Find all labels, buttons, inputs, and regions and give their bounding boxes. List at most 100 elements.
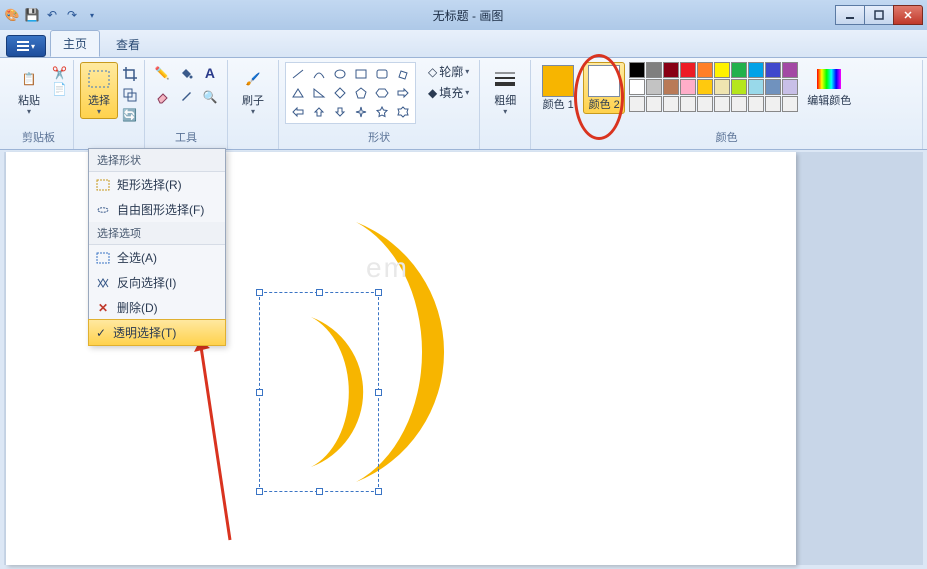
rect-icon[interactable] <box>351 65 371 83</box>
color-swatch[interactable] <box>646 96 662 112</box>
color-swatch[interactable] <box>765 62 781 78</box>
color-swatch[interactable] <box>714 79 730 95</box>
color-swatch[interactable] <box>782 96 798 112</box>
color-swatch[interactable] <box>765 79 781 95</box>
chevron-down-icon: ▾ <box>503 107 507 116</box>
color-swatch[interactable] <box>748 79 764 95</box>
color-swatch[interactable] <box>714 62 730 78</box>
color-swatch[interactable] <box>663 62 679 78</box>
color-swatch[interactable] <box>697 79 713 95</box>
handle-sw[interactable] <box>256 488 263 495</box>
color-swatch[interactable] <box>663 96 679 112</box>
star5-icon[interactable] <box>372 103 392 121</box>
color-swatch[interactable] <box>663 79 679 95</box>
save-icon[interactable]: 💾 <box>24 7 40 23</box>
undo-icon[interactable]: ↶ <box>44 7 60 23</box>
color-swatch[interactable] <box>680 79 696 95</box>
arrow-left-icon[interactable] <box>288 103 308 121</box>
selection-rectangle[interactable] <box>259 292 379 492</box>
color-swatch[interactable] <box>680 96 696 112</box>
arrow-down-icon[interactable] <box>330 103 350 121</box>
crop-icon[interactable] <box>122 66 138 85</box>
handle-e[interactable] <box>375 389 382 396</box>
polygon-icon[interactable] <box>393 65 413 83</box>
color-swatch[interactable] <box>680 62 696 78</box>
close-button[interactable] <box>893 5 923 25</box>
brushes-button[interactable]: 🖌️ 刷子 ▾ <box>234 62 272 119</box>
menu-select-all[interactable]: 全选(A) <box>89 245 225 270</box>
color-palette[interactable] <box>629 62 798 112</box>
color-swatch[interactable] <box>748 62 764 78</box>
file-menu-button[interactable]: ▾ <box>6 35 46 57</box>
handle-ne[interactable] <box>375 289 382 296</box>
tab-view[interactable]: 查看 <box>104 32 152 57</box>
color-swatch[interactable] <box>629 96 645 112</box>
color-swatch[interactable] <box>714 96 730 112</box>
line-icon[interactable] <box>288 65 308 83</box>
menu-transparent-select[interactable]: ✓ 透明选择(T) <box>88 319 226 346</box>
rotate-icon[interactable]: 🔄 <box>122 108 138 122</box>
curve-icon[interactable] <box>309 65 329 83</box>
cut-icon[interactable]: ✂️ <box>52 66 67 80</box>
rtriangle-icon[interactable] <box>309 84 329 102</box>
menu-rect-select[interactable]: 矩形选择(R) <box>89 172 225 197</box>
pentagon-icon[interactable] <box>351 84 371 102</box>
ribbon: 📋 粘贴 ▾ ✂️ 📄 剪贴板 选择 ▾ 🔄 <box>0 58 927 150</box>
handle-n[interactable] <box>316 289 323 296</box>
color-swatch[interactable] <box>646 79 662 95</box>
size-button[interactable]: 粗细 ▾ <box>486 62 524 119</box>
tab-home[interactable]: 主页 <box>50 30 100 57</box>
color1-button[interactable]: 颜色 1 <box>537 62 579 114</box>
arrow-up-icon[interactable] <box>309 103 329 121</box>
color2-button[interactable]: 颜色 2 <box>583 62 625 114</box>
handle-s[interactable] <box>316 488 323 495</box>
menu-invert-select[interactable]: 反向选择(I) <box>89 270 225 295</box>
color-swatch[interactable] <box>629 62 645 78</box>
qat-more-icon[interactable]: ▾ <box>84 7 100 23</box>
edit-colors-button[interactable]: 编辑颜色 <box>802 62 856 110</box>
redo-icon[interactable]: ↷ <box>64 7 80 23</box>
star6-icon[interactable] <box>393 103 413 121</box>
color-swatch[interactable] <box>629 79 645 95</box>
paste-button[interactable]: 📋 粘贴 ▾ <box>10 62 48 119</box>
bucket-icon[interactable] <box>175 62 197 84</box>
group-colors: 颜色 1 颜色 2 编辑颜色 颜色 <box>531 60 923 149</box>
menu-free-select[interactable]: 自由图形选择(F) <box>89 197 225 222</box>
star4-icon[interactable] <box>351 103 371 121</box>
magnifier-icon[interactable]: 🔍 <box>199 86 221 108</box>
copy-icon[interactable]: 📄 <box>52 82 67 96</box>
arrow-right-icon[interactable] <box>393 84 413 102</box>
pencil-icon[interactable]: ✏️ <box>151 62 173 84</box>
color-swatch[interactable] <box>782 62 798 78</box>
triangle-icon[interactable] <box>288 84 308 102</box>
hexagon-icon[interactable] <box>372 84 392 102</box>
select-button[interactable]: 选择 ▾ <box>80 62 118 119</box>
handle-w[interactable] <box>256 389 263 396</box>
menu-delete[interactable]: ✕ 删除(D) <box>89 295 225 320</box>
shape-fill-button[interactable]: ◆填充▾ <box>424 83 473 102</box>
clipboard-icon: 📋 <box>15 65 43 93</box>
color-swatch[interactable] <box>782 79 798 95</box>
oval-icon[interactable] <box>330 65 350 83</box>
color-swatch[interactable] <box>765 96 781 112</box>
shapes-gallery[interactable] <box>285 62 416 124</box>
color-swatch[interactable] <box>731 96 747 112</box>
maximize-button[interactable] <box>864 5 894 25</box>
color-swatch[interactable] <box>697 96 713 112</box>
group-shapes: ◇轮廓▾ ◆填充▾ 形状 <box>279 60 480 149</box>
handle-se[interactable] <box>375 488 382 495</box>
handle-nw[interactable] <box>256 289 263 296</box>
color-swatch[interactable] <box>646 62 662 78</box>
minimize-button[interactable] <box>835 5 865 25</box>
color-swatch[interactable] <box>731 62 747 78</box>
color-swatch[interactable] <box>731 79 747 95</box>
eyedropper-icon[interactable] <box>175 86 197 108</box>
text-icon[interactable]: A <box>199 62 221 84</box>
resize-icon[interactable] <box>122 87 138 106</box>
roundrect-icon[interactable] <box>372 65 392 83</box>
eraser-icon[interactable] <box>151 86 173 108</box>
color-swatch[interactable] <box>697 62 713 78</box>
color-swatch[interactable] <box>748 96 764 112</box>
diamond-icon[interactable] <box>330 84 350 102</box>
shape-outline-button[interactable]: ◇轮廓▾ <box>424 62 473 81</box>
